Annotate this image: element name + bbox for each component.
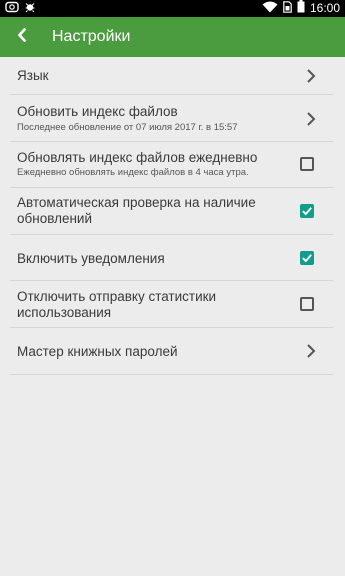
setting-title-line1: Автоматическая проверка на наличие <box>17 195 256 210</box>
setting-update-file-index[interactable]: Обновить индекс файлов Последнее обновле… <box>10 95 333 142</box>
setting-title: Обновлять индекс файлов ежедневно <box>17 150 258 165</box>
setting-language[interactable]: Язык <box>10 57 333 95</box>
status-left-icons <box>5 0 35 18</box>
page-title: Настройки <box>52 28 131 45</box>
statistics-checkbox[interactable] <box>300 297 314 311</box>
setting-title-line2: использования <box>17 305 112 320</box>
setting-title-line1: Отключить отправку статистики <box>17 289 217 304</box>
daily-update-checkbox[interactable] <box>300 157 314 171</box>
setting-notifications[interactable]: Включить уведомления <box>10 235 333 281</box>
notifications-checkbox[interactable] <box>300 251 314 265</box>
status-right-icons: 16:00 <box>262 0 340 18</box>
app-bar: Настройки <box>0 17 345 57</box>
checkmark-icon <box>302 207 312 216</box>
app-icon <box>5 0 19 18</box>
checkmark-icon <box>302 254 312 263</box>
setting-subtitle: Последнее обновление от 07 июля 2017 г. … <box>17 122 238 133</box>
setting-book-password-wizard[interactable]: Мастер книжных паролей <box>10 328 333 375</box>
auto-update-checkbox[interactable] <box>300 204 314 218</box>
setting-subtitle: Ежедневно обновлять индекс файлов в 4 ча… <box>17 167 249 178</box>
battery-icon <box>297 0 305 18</box>
setting-title: Мастер книжных паролей <box>17 344 178 359</box>
back-arrow-icon <box>17 27 27 47</box>
status-bar: 16:00 <box>0 0 345 17</box>
clock: 16:00 <box>309 1 340 15</box>
setting-title-line2: обновлений <box>17 211 92 226</box>
sim-icon <box>283 0 292 18</box>
setting-daily-index-update[interactable]: Обновлять индекс файлов ежедневно Ежедне… <box>10 142 333 188</box>
setting-title: Включить уведомления <box>17 251 165 266</box>
setting-disable-statistics[interactable]: Отключить отправку статистики использова… <box>10 281 333 328</box>
chevron-right-icon <box>304 343 318 359</box>
setting-auto-update-check[interactable]: Автоматическая проверка на наличие обнов… <box>10 188 333 235</box>
back-button[interactable] <box>8 21 36 53</box>
chevron-right-icon <box>304 68 318 84</box>
settings-list: Язык Обновить индекс файлов Последнее об… <box>0 57 345 375</box>
bug-icon <box>25 0 35 18</box>
chevron-right-icon <box>304 111 318 127</box>
setting-title: Обновить индекс файлов <box>17 104 178 119</box>
wifi-icon <box>262 0 278 18</box>
setting-title: Язык <box>17 68 49 83</box>
